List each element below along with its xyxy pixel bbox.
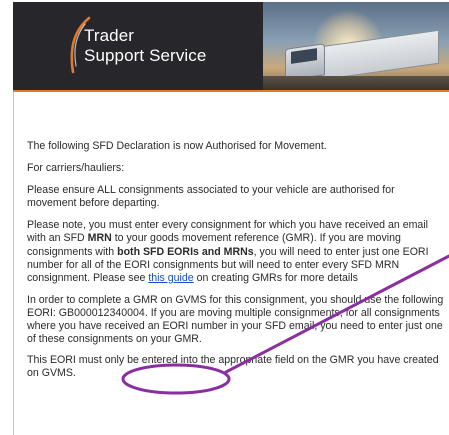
eori-number: GB000012340004	[58, 306, 145, 319]
gmr-paragraph: In order to complete a GMR on GVMS for t…	[27, 294, 445, 346]
carriers-heading: For carriers/hauliers:	[27, 162, 125, 175]
email-border	[13, 92, 14, 435]
header-banner: Trader Support Service	[13, 2, 449, 90]
note-text: on creating GMRs for more details	[193, 271, 358, 284]
intro-paragraph: The following SFD Declaration is now Aut…	[27, 140, 327, 152]
mrn-bold: MRN	[87, 232, 112, 245]
final-paragraph: This EORI must only be entered into the …	[27, 354, 439, 380]
brand-name-line2: Support Service	[84, 46, 207, 65]
guide-link[interactable]: this guide	[148, 272, 193, 284]
ensure-paragraph: Please ensure ALL consignments associate…	[27, 184, 395, 210]
brand-name-line1: Trader	[84, 26, 135, 45]
accent-divider	[13, 90, 449, 92]
note-paragraph: Please note, you must enter every consig…	[27, 219, 445, 284]
both-eoris-mrns-bold: both SFD EORIs and MRNs	[117, 245, 254, 258]
road	[263, 76, 449, 90]
email-body: The following SFD Declaration is now Aut…	[27, 140, 445, 389]
